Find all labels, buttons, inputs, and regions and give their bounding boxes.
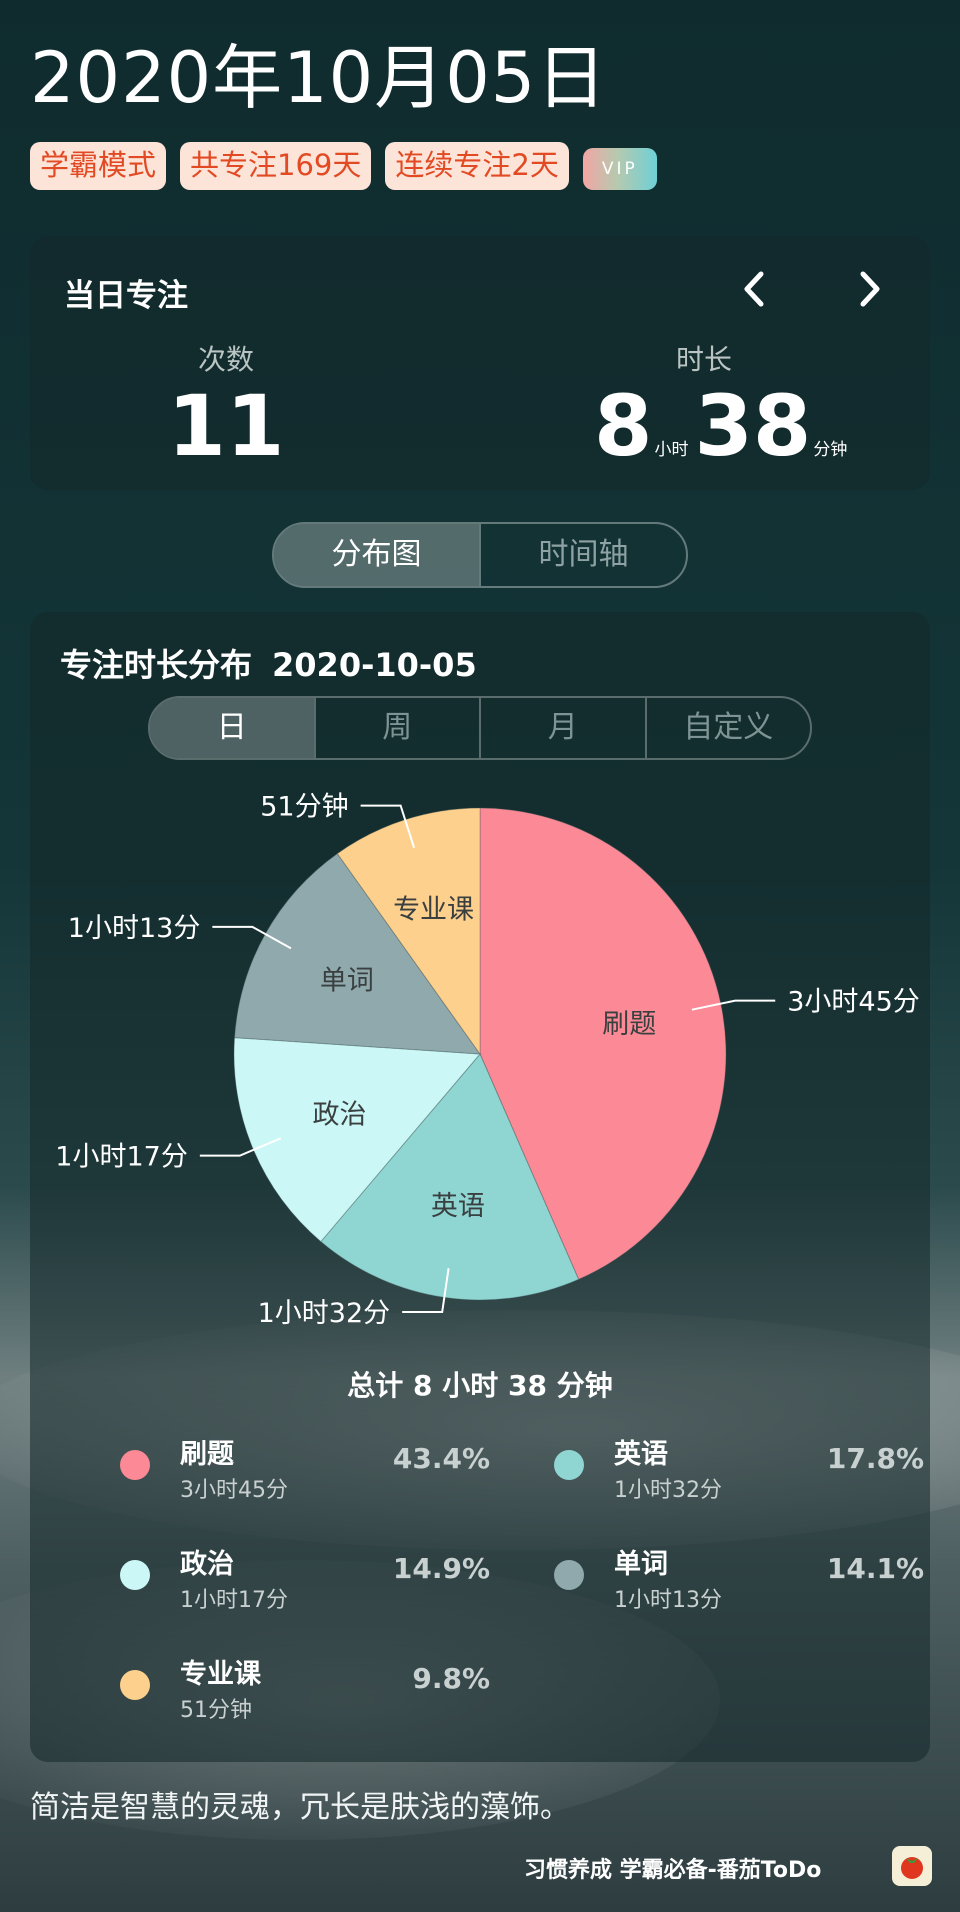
prev-day-button[interactable]	[730, 264, 780, 314]
legend-item[interactable]: 刷题 3小时45分 43.4%	[90, 1432, 490, 1512]
pie-slice-label-2: 政治	[313, 1099, 367, 1130]
pie-time-label-4: 51分钟	[260, 792, 348, 823]
distribution-date: 2020-10-05	[272, 646, 477, 684]
count-label: 次数	[197, 343, 254, 376]
total-duration: 总计 8 小时 38 分钟	[347, 1369, 613, 1402]
pie-time-label-3: 1小时13分	[68, 913, 201, 944]
legend-percent: 9.8%	[412, 1662, 490, 1695]
count-value: 11	[167, 377, 285, 475]
total-days-badge: 共专注169天	[180, 142, 372, 190]
tab-day[interactable]: 日	[150, 698, 314, 758]
tab-week[interactable]: 周	[313, 698, 480, 758]
view-toggle: 分布图 时间轴	[272, 522, 688, 588]
legend-name: 刷题	[180, 1439, 234, 1470]
legend-color-dot	[554, 1560, 584, 1590]
tab-custom[interactable]: 自定义	[644, 698, 811, 758]
pie-time-label-0: 3小时45分	[787, 987, 920, 1018]
legend-time: 3小时45分	[180, 1478, 288, 1503]
legend-time: 1小时32分	[614, 1478, 722, 1503]
legend-color-dot	[120, 1560, 150, 1590]
legend-name: 单词	[614, 1549, 668, 1580]
tab-month[interactable]: 月	[479, 698, 645, 758]
tab-timeline[interactable]: 时间轴	[479, 524, 686, 586]
legend-color-dot	[120, 1450, 150, 1480]
streak-badge: 连续专注2天	[385, 142, 569, 190]
chevron-right-icon	[860, 271, 880, 307]
distribution-title: 专注时长分布 2020-10-05	[60, 640, 477, 686]
daily-focus-title: 当日专注	[64, 278, 188, 314]
distribution-card: 刷题 3小时45分 英语 1小时32分 政治 1小时17分 单词 1小时13分 专业课 51分钟 …	[30, 612, 930, 1762]
legend-item[interactable]: 政治 1小时17分 14.9%	[90, 1542, 490, 1622]
pie-time-label-2: 1小时17分	[55, 1142, 188, 1173]
hours-unit: 小时	[654, 440, 689, 460]
date-title: 2020年10月05日	[30, 37, 608, 119]
legend-color-dot	[120, 1670, 150, 1700]
legend-percent: 14.9%	[392, 1552, 490, 1585]
tomato-icon	[901, 1857, 923, 1879]
legend-item[interactable]: 专业课 51分钟 9.8%	[90, 1652, 490, 1732]
next-day-button[interactable]	[844, 264, 894, 314]
mode-badge: 学霸模式	[30, 142, 167, 190]
daily-focus-card: 当日专注 次数 11 时长 8 小时38 分钟	[30, 236, 930, 490]
legend-name: 专业课	[180, 1659, 261, 1690]
legend-item[interactable]: 英语 1小时32分 17.8%	[524, 1432, 924, 1512]
tomato-app-icon	[892, 1846, 932, 1886]
legend-time: 1小时13分	[614, 1588, 722, 1613]
minutes-unit: 分钟	[813, 440, 848, 460]
brand-text: 习惯养成 学霸必备-番茄ToDo	[524, 1858, 822, 1883]
pie-slice-label-1: 英语	[431, 1191, 485, 1222]
duration-minutes: 38	[694, 377, 812, 475]
pie-slice-label-3: 单词	[320, 966, 374, 997]
legend-time: 1小时17分	[180, 1588, 288, 1613]
legend-color-dot	[554, 1450, 584, 1480]
legend-name: 英语	[614, 1439, 668, 1470]
tab-distribution[interactable]: 分布图	[274, 524, 479, 586]
legend-percent: 14.1%	[826, 1552, 924, 1585]
chevron-left-icon	[744, 271, 764, 307]
pie-time-label-1: 1小时32分	[258, 1298, 391, 1329]
legend-name: 政治	[180, 1549, 234, 1580]
badge-row: 学霸模式 共专注169天 连续专注2天 VIP	[30, 142, 657, 190]
duration-label: 时长	[675, 343, 732, 376]
distribution-title-text: 专注时长分布	[60, 646, 253, 684]
legend-percent: 43.4%	[392, 1442, 490, 1475]
legend-percent: 17.8%	[826, 1442, 924, 1475]
legend-time: 51分钟	[180, 1698, 252, 1723]
duration-value: 8 小时38 分钟	[594, 376, 894, 500]
legend-item[interactable]: 单词 1小时13分 14.1%	[524, 1542, 924, 1622]
quote-text: 简洁是智慧的灵魂，冗长是肤浅的藻饰。	[30, 1790, 570, 1825]
duration-hours: 8	[594, 377, 653, 475]
pie-slice-label-0: 刷题	[602, 1009, 656, 1040]
vip-badge[interactable]: VIP	[582, 148, 657, 190]
pie-slice-label-4: 专业课	[393, 895, 474, 926]
period-toggle: 日 周 月 自定义	[148, 696, 812, 760]
